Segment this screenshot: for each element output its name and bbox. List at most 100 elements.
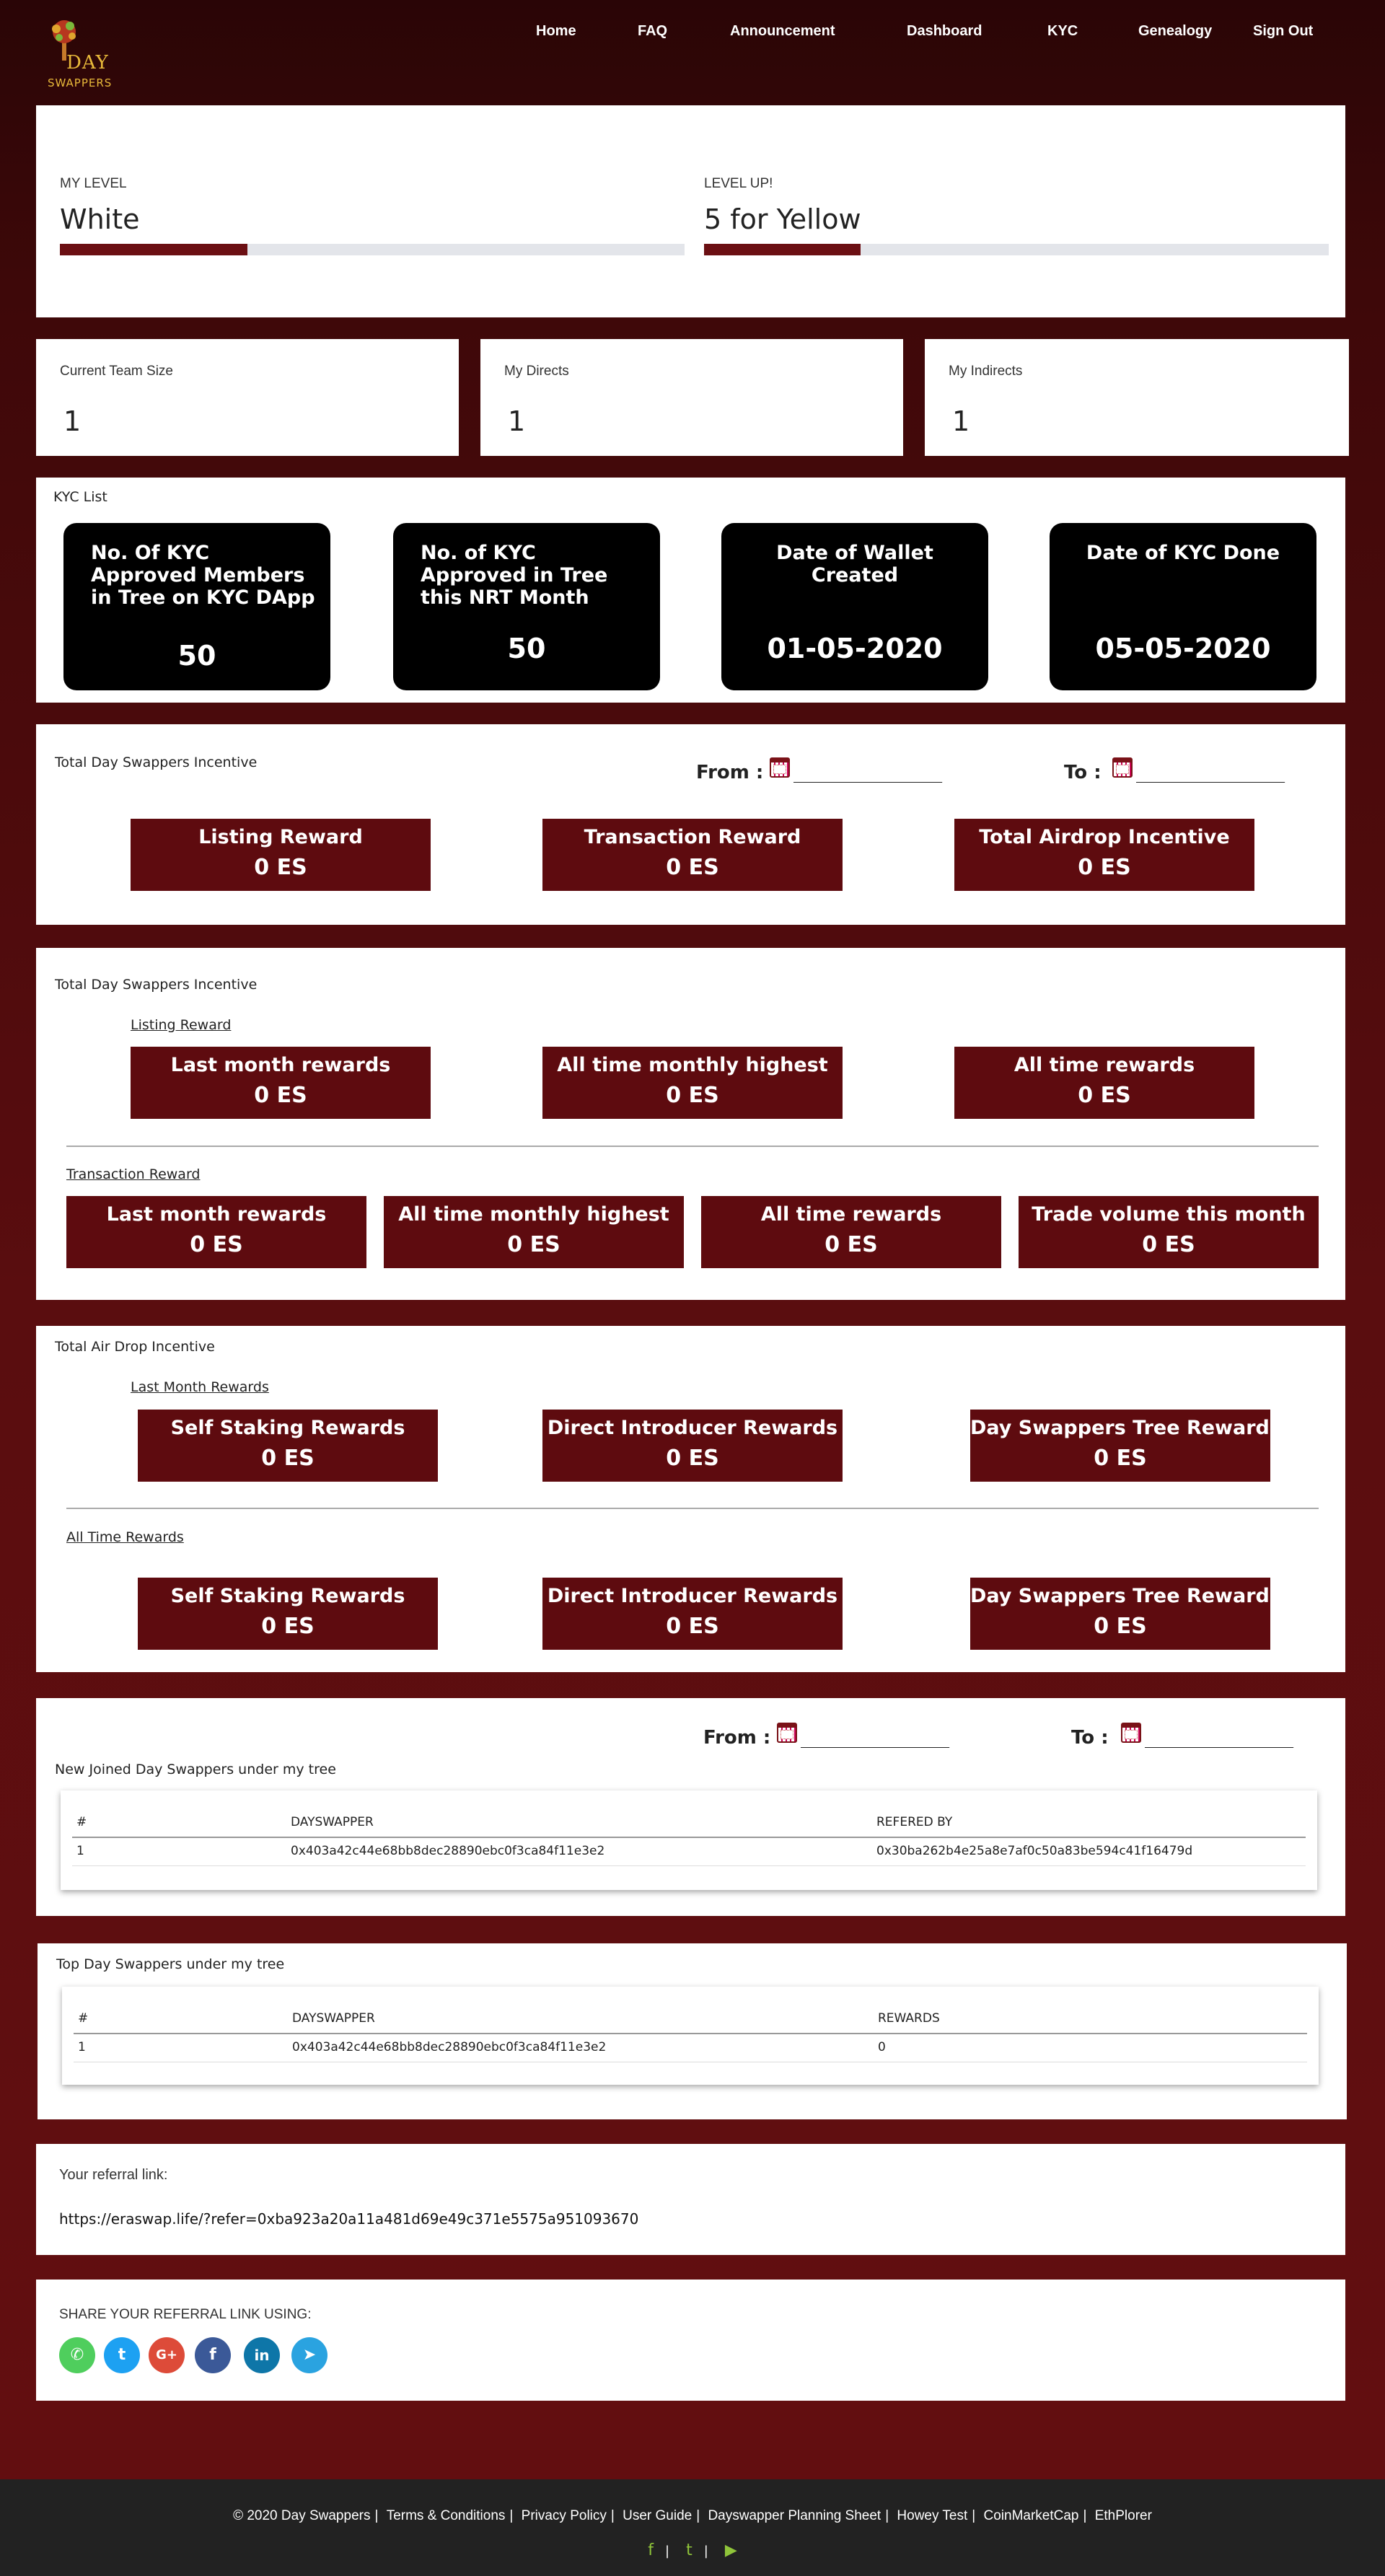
twitter-icon[interactable]: t [104,2337,140,2373]
reward-label: Transaction Reward [584,826,801,848]
kyc-tile-value: 50 [177,640,216,672]
nav-kyc[interactable]: KYC [1047,23,1078,40]
wallet-created-date-tile: Date of Wallet Created 01-05-2020 [721,523,988,690]
reward-label: All time monthly highest [398,1203,669,1226]
reward-value: 0 ES [507,1232,560,1257]
table-row-divider [72,1865,1306,1866]
incentive-summary-card: Total Day Swappers Incentive From : ____… [36,724,1345,925]
kyc-done-date-tile: Date of KYC Done 05-05-2020 [1050,523,1316,690]
reward-label: All time monthly highest [557,1054,828,1076]
my-indirects-value: 1 [952,405,970,437]
from-date-input[interactable]: ______________ [801,1727,949,1749]
reward-label: Trade volume this month [1032,1203,1306,1226]
reward-label: Last month rewards [106,1203,327,1226]
youtube-icon[interactable]: ▶ [725,2541,737,2559]
calendar-icon[interactable] [1112,757,1133,778]
trade-volume-box: Trade volume this month 0 ES [1019,1196,1319,1268]
reward-value: 0 ES [1094,1614,1147,1639]
kyc-list-card: KYC List No. Of KYC Approved Members in … [36,478,1345,703]
table-header: REFERED BY [876,1815,953,1829]
twitter-icon[interactable]: t [686,2541,692,2559]
table-cell: 1 [76,1844,84,1858]
new-joined-table: # DAYSWAPPER REFERED BY 1 0x403a42c44e68… [61,1790,1317,1890]
team-size-label: Current Team Size [60,364,173,379]
nav-dashboard[interactable]: Dashboard [907,23,982,40]
footer-link-coinmarketcap[interactable]: CoinMarketCap [984,2508,1079,2523]
level-up-progress-bar [704,244,1329,255]
calendar-icon[interactable] [770,757,790,778]
reward-label: Day Swappers Tree Rewards [970,1417,1281,1439]
last-month-self-staking-box: Self Staking Rewards 0 ES [138,1410,438,1482]
reward-value: 0 ES [1094,1446,1147,1471]
from-date-label: From : [703,1727,771,1749]
listing-last-month-box: Last month rewards 0 ES [131,1047,431,1119]
kyc-tile-label: No. of KYC Approved in Tree this NRT Mon… [421,542,608,609]
kyc-tile-label: No. Of KYC Approved Members in Tree on K… [91,542,315,609]
footer-link-privacy[interactable]: Privacy Policy [522,2508,607,2523]
reward-label: Self Staking Rewards [170,1585,405,1607]
from-date-input[interactable]: ______________ [793,762,942,783]
transaction-last-month-box: Last month rewards 0 ES [66,1196,366,1268]
incentive-detail-card: Total Day Swappers Incentive Listing Rew… [36,948,1345,1300]
table-cell: 1 [78,2040,86,2054]
nav-announcement[interactable]: Announcement [730,23,835,40]
reward-label: Direct Introducer Rewards [547,1585,838,1607]
kyc-tile-value: 50 [507,633,546,664]
nav-sign-out[interactable]: Sign Out [1253,23,1313,40]
my-indirects-label: My Indirects [949,364,1023,379]
kyc-approved-tree-tile: No. Of KYC Approved Members in Tree on K… [63,523,330,690]
top-swappers-card: Top Day Swappers under my tree # DAYSWAP… [38,1943,1347,2119]
reward-value: 0 ES [1142,1232,1195,1257]
top-swappers-title: Top Day Swappers under my tree [56,1956,285,1972]
google-plus-icon[interactable]: G+ [149,2337,185,2373]
to-date-input[interactable]: ______________ [1136,762,1285,783]
divider [66,1508,1319,1509]
table-cell: 0x403a42c44e68bb8dec28890ebc0f3ca84f11e3… [292,2040,607,2054]
footer-links: © 2020 Day Swappers | Terms & Conditions |… [233,2508,1152,2523]
to-date-input[interactable]: ______________ [1145,1727,1293,1749]
footer-link-user-guide[interactable]: User Guide [623,2508,692,2523]
whatsapp-icon[interactable]: ✆ [59,2337,95,2373]
level-up-label: LEVEL UP! [704,176,773,191]
all-time-tree-rewards-box: Day Swappers Tree Rewards 0 ES [970,1578,1281,1650]
share-card: SHARE YOUR REFERRAL LINK USING: ✆ t G+ f… [36,2280,1345,2401]
nav-genealogy[interactable]: Genealogy [1138,23,1212,40]
last-month-tree-rewards-box: Day Swappers Tree Rewards 0 ES [970,1410,1281,1482]
my-level-progress-fill [60,244,247,255]
my-level-label: MY LEVEL [60,176,127,191]
table-header: # [76,1815,87,1829]
table-cell: 0x30ba262b4e25a8e7af0c50a83be594c41f1647… [876,1844,1193,1858]
facebook-icon[interactable]: f [195,2337,231,2373]
reward-label: Total Airdrop Incentive [979,826,1230,848]
my-directs-card: My Directs 1 [480,339,903,456]
kyc-tile-label: Date of KYC Done [1086,542,1280,564]
table-header: REWARDS [878,2011,940,2026]
all-time-direct-introducer-box: Direct Introducer Rewards 0 ES [542,1578,843,1650]
transaction-monthly-highest-box: All time monthly highest 0 ES [384,1196,684,1268]
reward-value: 0 ES [261,1614,315,1639]
referral-link-label: Your referral link: [59,2167,168,2183]
calendar-icon[interactable] [777,1723,797,1743]
table-header: DAYSWAPPER [292,2011,375,2026]
referral-link-url[interactable]: https://eraswap.life/?refer=0xba923a20a1… [59,2210,638,2228]
all-time-rewards-subtitle: All Time Rewards [66,1529,184,1545]
reward-value: 0 ES [254,1083,307,1108]
footer-link-terms[interactable]: Terms & Conditions [387,2508,506,2523]
level-up-value: 5 for Yellow [704,203,861,235]
linkedin-icon[interactable]: in [244,2337,280,2373]
footer-link-howey-test[interactable]: Howey Test [897,2508,967,2523]
calendar-icon[interactable] [1121,1723,1141,1743]
telegram-icon[interactable]: ➤ [291,2337,327,2373]
footer-link-planning-sheet[interactable]: Dayswapper Planning Sheet [708,2508,881,2523]
reward-label: Direct Introducer Rewards [547,1417,838,1439]
last-month-rewards-subtitle: Last Month Rewards [131,1379,269,1395]
footer-social-icons: f | t | ▶ [648,2541,737,2559]
from-date-label: From : [696,762,764,783]
footer-link-ethplorer[interactable]: EthPlorer [1095,2508,1152,2523]
nav-home[interactable]: Home [536,23,576,40]
transaction-reward-box: Transaction Reward 0 ES [542,819,843,891]
nav-faq[interactable]: FAQ [638,23,667,40]
facebook-icon[interactable]: f [648,2541,654,2559]
airdrop-card: Total Air Drop Incentive Last Month Rewa… [36,1326,1345,1672]
reward-value: 0 ES [1078,1083,1131,1108]
